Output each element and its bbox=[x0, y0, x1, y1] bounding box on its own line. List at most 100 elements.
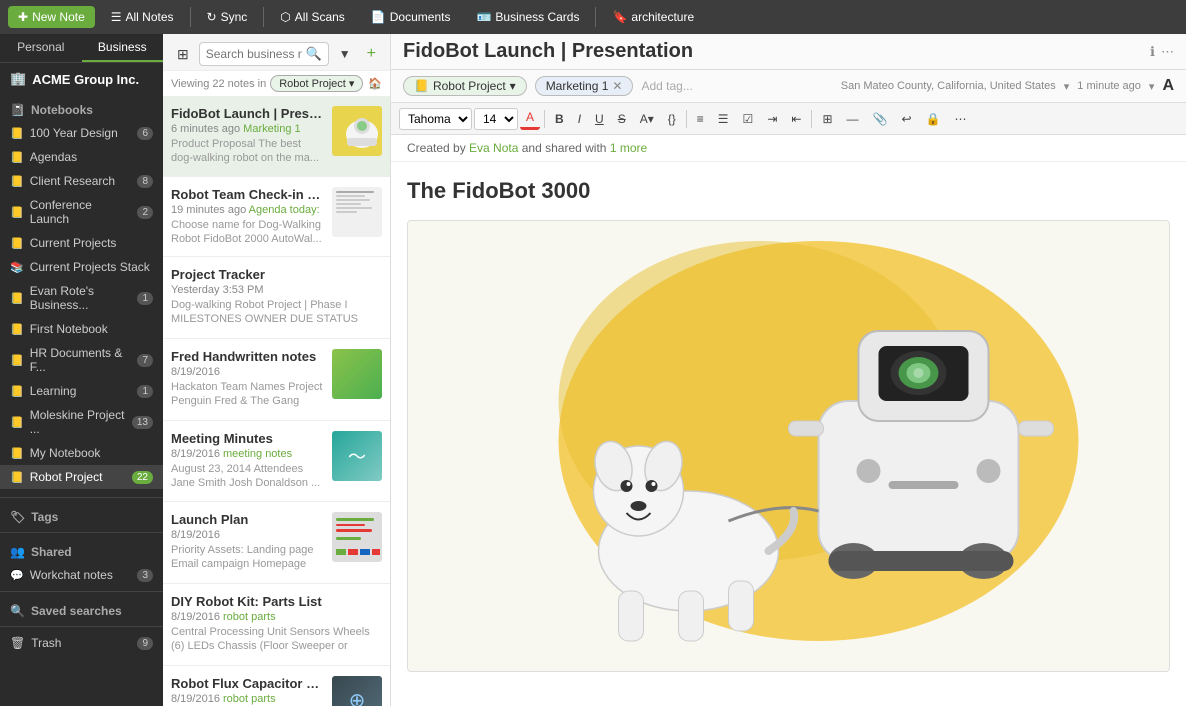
note-item[interactable]: DIY Robot Kit: Parts List 8/19/2016 robo… bbox=[163, 584, 390, 666]
notebook-item-current-projects-stack[interactable]: 📚 Current Projects Stack bbox=[0, 255, 163, 279]
note-info: DIY Robot Kit: Parts List 8/19/2016 robo… bbox=[171, 594, 382, 655]
notebook-item-learning[interactable]: 📒 Learning 1 bbox=[0, 379, 163, 403]
indent-button[interactable]: ⇥ bbox=[761, 109, 783, 129]
tag-section-icon: 🏷 bbox=[10, 510, 25, 524]
new-note-list-button[interactable]: + bbox=[361, 42, 382, 66]
font-icon[interactable]: A bbox=[1162, 77, 1174, 95]
more-shared-link[interactable]: 1 more bbox=[610, 141, 647, 155]
note-content[interactable]: The FidoBot 3000 bbox=[391, 162, 1186, 706]
all-notes-label: All Notes bbox=[126, 10, 174, 24]
code-button[interactable]: {} bbox=[662, 109, 682, 129]
note-item[interactable]: Robot Flux Capacitor Dia... 8/19/2016 ro… bbox=[163, 666, 390, 706]
note-item[interactable]: Launch Plan 8/19/2016 Priority Assets: L… bbox=[163, 502, 390, 584]
notebook-item-icon: 📒 bbox=[10, 206, 24, 219]
time-chevron[interactable]: ▾ bbox=[1149, 80, 1155, 93]
align-left-button[interactable]: ≡ bbox=[691, 109, 710, 129]
notebook-item-my-notebook[interactable]: 📒 My Notebook bbox=[0, 441, 163, 465]
search-box[interactable]: 🔍 bbox=[199, 42, 329, 66]
location-chevron[interactable]: ▾ bbox=[1064, 80, 1070, 93]
note-main-title: FidoBot Launch | Presentation bbox=[403, 40, 1144, 63]
personal-tab[interactable]: Personal bbox=[0, 34, 82, 62]
view-toggle-button[interactable]: ⊞ bbox=[171, 43, 195, 66]
note-thumbnail bbox=[332, 349, 382, 399]
font-family-select[interactable]: Tahoma bbox=[399, 108, 472, 130]
encrypt-button[interactable]: 🔒 bbox=[920, 109, 947, 129]
checkbox-button[interactable]: ☑ bbox=[737, 109, 760, 129]
shared-header[interactable]: 👥 Shared bbox=[0, 537, 163, 563]
notebook-item-agendas[interactable]: 📒 Agendas bbox=[0, 145, 163, 169]
note-item[interactable]: Project Tracker Yesterday 3:53 PM Dog-wa… bbox=[163, 257, 390, 339]
note-thumbnail: 〜 bbox=[332, 431, 382, 481]
documents-label: Documents bbox=[390, 10, 451, 24]
notebook-item-client-research[interactable]: 📒 Client Research 8 bbox=[0, 169, 163, 193]
account-name: 🏢 ACME Group Inc. bbox=[0, 63, 163, 91]
sort-button[interactable]: ▼ bbox=[333, 44, 357, 64]
note-meta: 19 minutes ago Agenda today: bbox=[171, 204, 324, 216]
more-format-button[interactable]: ⋯ bbox=[948, 109, 972, 129]
note-item[interactable]: Meeting Minutes 8/19/2016 meeting notes … bbox=[163, 421, 390, 502]
documents-button[interactable]: 📄 Documents bbox=[361, 6, 461, 28]
marketing-tag[interactable]: Marketing 1 ✕ bbox=[535, 76, 634, 96]
architecture-tag-button[interactable]: 🔖 architecture bbox=[602, 6, 704, 28]
divider-button[interactable]: — bbox=[841, 109, 865, 129]
business-tab[interactable]: Business bbox=[82, 34, 164, 62]
strikethrough-button[interactable]: S bbox=[612, 109, 632, 129]
sidebar-divider2 bbox=[0, 532, 163, 533]
note-meta: 8/19/2016 bbox=[171, 366, 324, 378]
badge-conference: 2 bbox=[137, 206, 153, 219]
list-button[interactable]: ☰ bbox=[712, 109, 735, 129]
business-cards-label: Business Cards bbox=[495, 10, 579, 24]
trash-item[interactable]: 🗑 Trash 9 bbox=[0, 631, 163, 655]
notebook-item-icon: 📒 bbox=[10, 447, 24, 460]
bold-button[interactable]: B bbox=[549, 109, 570, 129]
all-notes-button[interactable]: ☰ All Notes bbox=[101, 6, 184, 28]
attachment-button[interactable]: 📎 bbox=[867, 109, 894, 129]
notebook-filter-tag[interactable]: Robot Project ▾ bbox=[270, 75, 363, 92]
notebook-item-first[interactable]: 📒 First Notebook bbox=[0, 317, 163, 341]
notebook-item-icon: 📒 bbox=[10, 292, 24, 305]
content-area: FidoBot Launch | Presentation ℹ ⋯ 📒 Robo… bbox=[391, 34, 1186, 706]
add-tag-button[interactable]: Add tag... bbox=[641, 79, 692, 93]
font-color-button[interactable]: A bbox=[520, 107, 540, 130]
notebook-item-hr[interactable]: 📒 HR Documents & F... 7 bbox=[0, 341, 163, 379]
all-scans-button[interactable]: ⬡ All Scans bbox=[270, 6, 355, 28]
workchat-item[interactable]: 💬 Workchat notes 3 bbox=[0, 563, 163, 587]
font-size-select[interactable]: 14 bbox=[474, 108, 518, 130]
highlight-button[interactable]: A▾ bbox=[634, 109, 660, 129]
more-icon[interactable]: ⋯ bbox=[1161, 44, 1174, 60]
notebook-item-icon: 📚 bbox=[10, 261, 24, 274]
notebook-item-100-year[interactable]: 📒 100 Year Design 6 bbox=[0, 121, 163, 145]
note-title: Fred Handwritten notes bbox=[171, 349, 324, 364]
notebook-item-evan[interactable]: 📒 Evan Rote's Business... 1 bbox=[0, 279, 163, 317]
underline-button[interactable]: U bbox=[589, 109, 610, 129]
sync-button[interactable]: ↻ Sync bbox=[197, 6, 258, 28]
info-icon[interactable]: ℹ bbox=[1150, 44, 1155, 60]
notebooks-header[interactable]: 📓 Notebooks bbox=[0, 95, 163, 121]
table-button[interactable]: ⊞ bbox=[816, 109, 838, 129]
outdent-button[interactable]: ⇤ bbox=[785, 109, 807, 129]
note-title: DIY Robot Kit: Parts List bbox=[171, 594, 382, 609]
note-meta: 8/19/2016 bbox=[171, 529, 324, 541]
tags-header[interactable]: 🏷 Tags bbox=[0, 502, 163, 528]
chat-icon: 💬 bbox=[10, 569, 24, 582]
business-cards-button[interactable]: 🪪 Business Cards bbox=[466, 6, 589, 28]
note-item[interactable]: Fred Handwritten notes 8/19/2016 Hackato… bbox=[163, 339, 390, 421]
note-item[interactable]: FidoBot Launch | Presenta... 6 minutes a… bbox=[163, 96, 390, 177]
note-info: Fred Handwritten notes 8/19/2016 Hackato… bbox=[171, 349, 324, 410]
notebook-item-moleskine[interactable]: 📒 Moleskine Project ... 13 bbox=[0, 403, 163, 441]
notebook-item-conference[interactable]: 📒 Conference Launch 2 bbox=[0, 193, 163, 231]
notebook-item-current-projects[interactable]: 📒 Current Projects bbox=[0, 231, 163, 255]
author-link[interactable]: Eva Nota bbox=[469, 141, 518, 155]
saved-searches-header[interactable]: 🔍 Saved searches bbox=[0, 596, 163, 622]
notebook-item-robot[interactable]: 📒 Robot Project 22 bbox=[0, 465, 163, 489]
topbar-separator2 bbox=[263, 7, 264, 27]
badge-client: 8 bbox=[137, 175, 153, 188]
tag-close-icon[interactable]: ✕ bbox=[612, 79, 622, 93]
search-input[interactable] bbox=[206, 47, 302, 61]
undo-button[interactable]: ↩ bbox=[895, 109, 917, 129]
note-item[interactable]: Robot Team Check-in Me... 19 minutes ago… bbox=[163, 177, 390, 258]
badge-trash: 9 bbox=[137, 637, 153, 650]
robot-project-tag[interactable]: 📒 Robot Project ▾ bbox=[403, 76, 527, 96]
italic-button[interactable]: I bbox=[572, 109, 587, 129]
new-note-button[interactable]: ✚ New Note bbox=[8, 6, 95, 28]
